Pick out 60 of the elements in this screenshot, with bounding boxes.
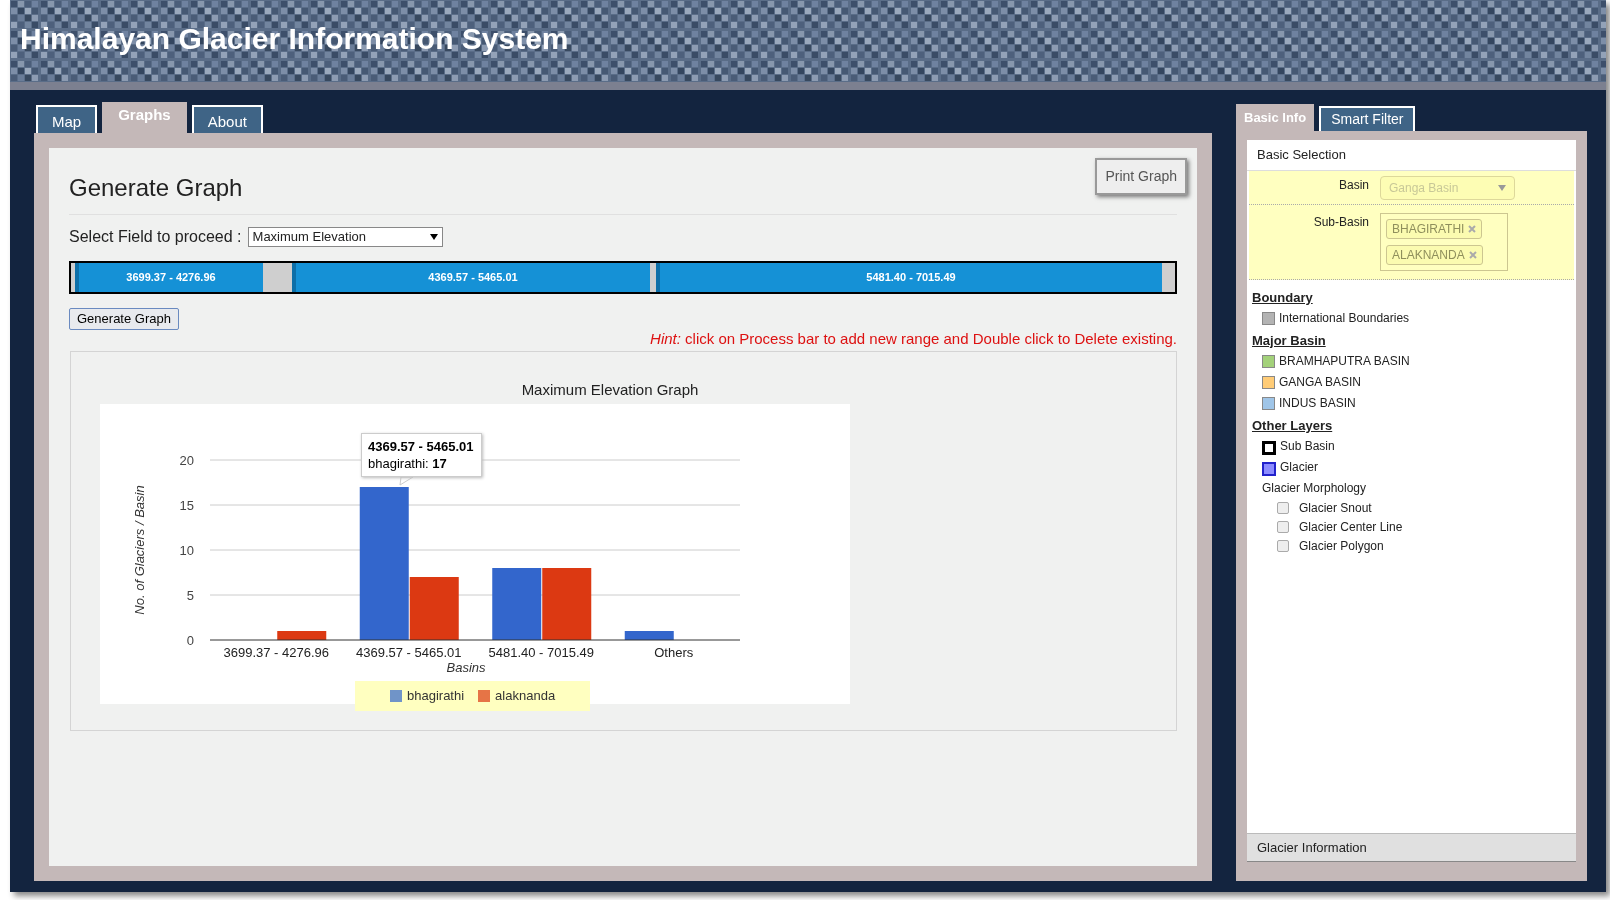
tab[interactable]: About [191, 105, 263, 133]
axis-label: 5481.40 - 7015.49 [488, 644, 594, 660]
axis-label: 5 [186, 587, 194, 603]
layer-label: BRAMHAPUTRA BASIN [1279, 353, 1410, 370]
axis-label: 10 [179, 542, 194, 558]
legend-swatch-icon [390, 689, 402, 702]
layer-label: Glacier Snout [1299, 500, 1372, 517]
axis-label: Others [654, 644, 694, 660]
axis-label: 20 [179, 452, 194, 468]
tooltip-pointer [399, 476, 414, 485]
layer-label: Sub Basin [1280, 438, 1335, 455]
axis-label: 0 [186, 632, 194, 648]
legend-swatch-icon [478, 689, 491, 702]
field-dropdown[interactable]: Maximum Elevation [247, 227, 443, 247]
layer-label: Glacier Polygon [1299, 538, 1384, 555]
range-bar[interactable]: 3699.37 - 4276.96 4369.57 - 5465.01 5481.40 - 7015.49 [69, 261, 1177, 294]
section-heading: Other Layers [1251, 417, 1334, 435]
panel-footer[interactable]: Glacier Information [1247, 832, 1576, 862]
axis-label: 15 [179, 497, 194, 513]
section-title: Basic Selection [1247, 140, 1576, 171]
layer-label: Glacier [1280, 459, 1318, 476]
legend-label: bhagirathi [407, 686, 465, 705]
tab[interactable]: Graphs [102, 102, 187, 133]
chart-title: Maximum Elevation Graph [520, 380, 700, 400]
section-heading: Major Basin [1251, 332, 1327, 350]
legend-label: alaknanda [495, 686, 556, 705]
range-segment[interactable]: 4369.57 - 5465.01 [292, 263, 650, 292]
section-heading: Boundary [1251, 289, 1314, 307]
checkbox[interactable] [1277, 521, 1289, 533]
tab[interactable]: Smart Filter [1319, 106, 1416, 131]
remove-icon[interactable] [1468, 250, 1477, 259]
bar [277, 630, 327, 640]
layer-label: Glacier Center Line [1299, 519, 1403, 536]
axis-title: Basins [446, 659, 486, 675]
layer-label: International Boundaries [1279, 310, 1410, 327]
remove-icon[interactable] [1468, 224, 1477, 233]
group-label: Glacier Morphology [1262, 480, 1367, 497]
print-graph-button[interactable]: Print Graph [1095, 158, 1187, 195]
page-heading: Generate Graph [69, 173, 243, 203]
bar [624, 630, 674, 640]
axis-label: 3699.37 - 4276.96 [223, 644, 329, 660]
tab[interactable]: Map [36, 105, 98, 133]
caret-icon [429, 234, 438, 240]
caret-icon [1498, 184, 1506, 191]
app-title: Himalayan Glacier Information System [20, 24, 569, 54]
basin-label: Basin [1337, 176, 1369, 194]
layer-label: GANGA BASIN [1279, 374, 1362, 391]
axis-title: No. of Glaciers / Basin [132, 484, 147, 615]
range-segment[interactable]: 3699.37 - 4276.96 [75, 263, 263, 292]
checkbox[interactable] [1277, 502, 1289, 514]
axis-label: 4369.57 - 5465.01 [356, 644, 462, 660]
layer-label: INDUS BASIN [1279, 395, 1356, 412]
tab[interactable]: Basic Info [1236, 104, 1315, 131]
checkbox[interactable] [1277, 540, 1289, 552]
field-label: Select Field to proceed : [69, 227, 242, 247]
hint-text: Hint: click on Process bar to add new range and Double click to Delete existing. [649, 329, 1177, 350]
chart-tooltip: 4369.57 - 5465.01 bhagirathi: 17 [361, 432, 482, 477]
sub-basin-label: Sub-Basin [1312, 213, 1369, 231]
range-segment[interactable]: 5481.40 - 7015.49 [656, 263, 1162, 292]
generate-graph-button[interactable]: Generate Graph [69, 308, 179, 330]
